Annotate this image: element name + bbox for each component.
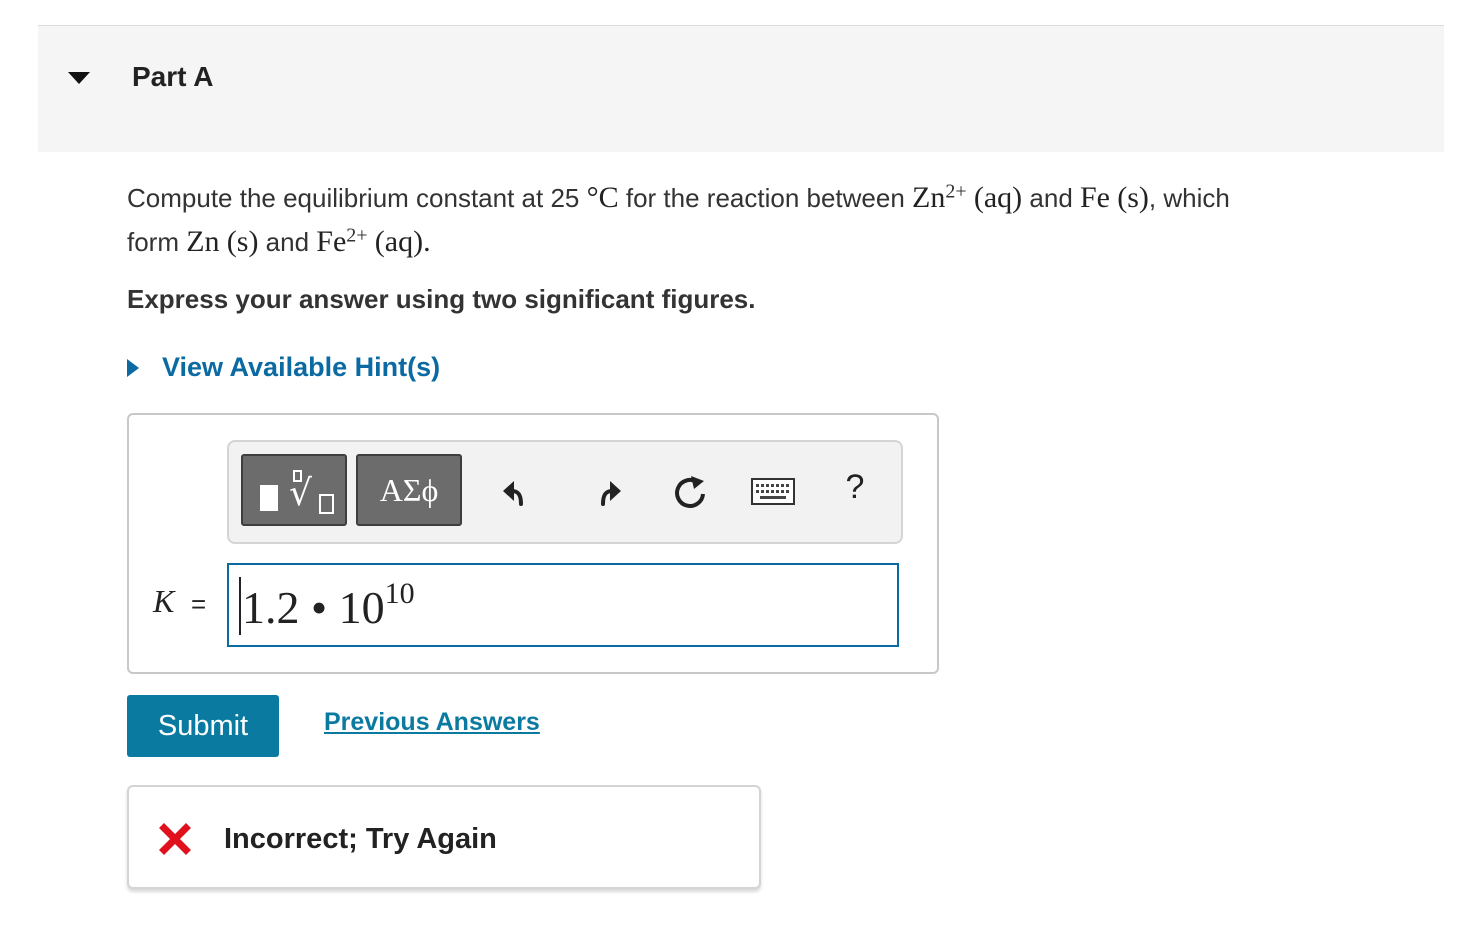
templates-button[interactable]: √ [241, 454, 347, 526]
part-title: Part A [132, 61, 214, 92]
question-fragment: for the reaction between [618, 183, 913, 213]
zinc-symbol: Zn [912, 181, 946, 214]
answer-exponent: 10 [384, 577, 415, 610]
question-period: . [423, 225, 431, 258]
text-cursor [239, 577, 241, 635]
answer-base: 10 [338, 582, 385, 633]
x-mark-icon [159, 823, 191, 855]
answer-box: √ ΑΣϕ ? K = 1.2 • 1010 [127, 413, 939, 674]
answer-input[interactable]: 1.2 • 1010 [227, 563, 899, 647]
feedback-message: Incorrect; Try Again [224, 823, 497, 855]
question-text: Compute the equilibrium constant at 25 °… [127, 176, 1447, 264]
question-fragment: Compute the equilibrium constant at 25 [127, 183, 587, 213]
answer-value: 1.2 • 1010 [242, 579, 415, 633]
part-header[interactable] [38, 26, 1444, 152]
answer-instruction: Express your answer using two significan… [127, 284, 756, 314]
previous-answers-link[interactable]: Previous Answers [324, 708, 540, 737]
equals-sign: = [191, 589, 207, 619]
answer-variable: K [153, 583, 175, 619]
solid-state: (s) [226, 225, 259, 258]
keyboard-icon[interactable] [751, 477, 795, 507]
multiply-dot: • [311, 582, 328, 633]
degree-symbol: ° [586, 181, 599, 214]
feedback-box: Incorrect; Try Again [127, 785, 761, 889]
question-fragment: and [1022, 183, 1080, 213]
aqueous-state: (aq) [374, 225, 424, 258]
hint-link-label: View Available Hint(s) [162, 352, 441, 382]
greek-symbols-button[interactable]: ΑΣϕ [356, 454, 462, 526]
question-fragment: and [258, 227, 317, 257]
solid-state: (s) [1117, 181, 1149, 214]
collapse-triangle-icon[interactable] [68, 72, 90, 84]
question-fragment: , which [1148, 183, 1230, 213]
aqueous-state: (aq) [973, 181, 1023, 214]
math-toolbar: √ ΑΣϕ ? [227, 440, 903, 544]
zinc-symbol: Zn [186, 225, 220, 258]
reset-icon[interactable] [670, 472, 710, 512]
answer-mantissa: 1.2 [242, 582, 300, 633]
question-fragment: form [127, 227, 187, 257]
undo-icon[interactable] [499, 472, 539, 512]
zinc-charge: 2+ [945, 180, 967, 203]
redo-icon[interactable] [587, 472, 627, 512]
submit-button[interactable]: Submit [127, 695, 279, 757]
celsius-unit: C [598, 181, 619, 214]
iron-symbol: Fe [316, 225, 347, 258]
iron-symbol: Fe [1080, 181, 1110, 214]
iron-charge: 2+ [346, 224, 368, 247]
expand-arrow-icon [127, 359, 139, 377]
help-button[interactable]: ? [841, 468, 869, 508]
